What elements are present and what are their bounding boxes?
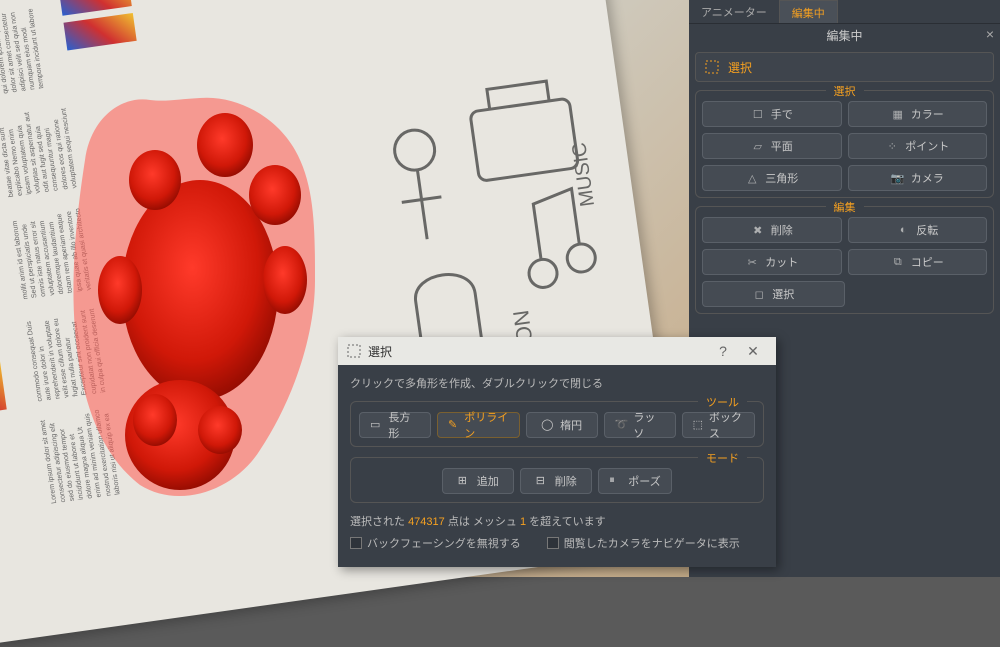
label: 手で	[771, 106, 793, 122]
label: カット	[765, 254, 798, 270]
polyline-icon: ✎	[448, 418, 459, 432]
tool-group: ツール ▭長方形 ✎ポリライン ◯楕円 ➰ラッソ ⬚ボックス	[350, 401, 764, 447]
select-by-hand-button[interactable]: ☐ 手で	[702, 101, 842, 127]
select-icon: ◻	[752, 287, 766, 301]
browse-camera-nav-check[interactable]: 閲覧したカメラをナビゲータに表示	[547, 535, 740, 551]
tab-row: アニメーター 編集中	[689, 0, 1000, 24]
rectangle-icon: ▭	[370, 418, 383, 432]
panel-title-row: 編集中 ×	[689, 24, 1000, 46]
dialog-titlebar[interactable]: 選択 ? ✕	[338, 337, 776, 365]
label: ラッソ	[633, 409, 664, 441]
plane-icon: ▱	[751, 139, 765, 153]
add-icon: ⊞	[458, 474, 472, 488]
label: 削除	[555, 473, 577, 489]
tool-group-title: ツール	[698, 394, 747, 410]
cut-icon: ✂	[745, 255, 759, 269]
tool-polyline-button[interactable]: ✎ ポリライン	[437, 412, 520, 438]
label: 追加	[477, 473, 499, 489]
edit-delete-button[interactable]: ✖ 削除	[702, 217, 842, 243]
invert-icon: ◐	[896, 223, 910, 237]
dialog-title: 選択	[368, 343, 708, 360]
label: バックフェーシングを無視する	[367, 535, 521, 551]
label: 平面	[771, 138, 793, 154]
remove-icon: ⊟	[536, 474, 550, 488]
mode-pose-button[interactable]: ⏸ ポーズ	[598, 468, 671, 494]
selection-label: 選択	[728, 59, 752, 76]
tool-ellipse-button[interactable]: ◯ 楕円	[526, 412, 598, 438]
box-icon: ⬚	[693, 418, 704, 432]
mode-group-title: モード	[698, 450, 747, 466]
point-icon: ⁘	[885, 139, 899, 153]
selection-mode-bar[interactable]: 選択	[695, 52, 994, 82]
checkbox-icon	[350, 537, 362, 549]
status-prefix: 選択された	[350, 516, 408, 528]
label: 楕円	[560, 417, 582, 433]
tool-box-button[interactable]: ⬚ ボックス	[682, 412, 755, 438]
mode-remove-button[interactable]: ⊟ 削除	[520, 468, 592, 494]
mode-group: モード ⊞追加 ⊟削除 ⏸ポーズ	[350, 457, 764, 503]
status-middle: 点は メッシュ	[445, 516, 520, 528]
checkbox-icon	[547, 537, 559, 549]
selection-status: 選択された 474317 点は メッシュ 1 を超えています	[350, 513, 764, 529]
label: 反転	[916, 222, 938, 238]
dialog-close-button[interactable]: ✕	[738, 343, 768, 360]
camera-icon: 📷	[891, 171, 905, 185]
label: カラー	[911, 106, 944, 122]
status-count: 474317	[408, 516, 445, 528]
label: ポイント	[905, 138, 949, 154]
label: 選択	[772, 286, 794, 302]
edit-group-title: 編集	[826, 199, 864, 215]
select-group-title: 選択	[826, 83, 864, 99]
label: 閲覧したカメラをナビゲータに表示	[564, 535, 740, 551]
label: 長方形	[388, 409, 420, 441]
edit-copy-button[interactable]: ⧉ コピー	[848, 249, 988, 275]
ignore-backfacing-check[interactable]: バックフェーシングを無視する	[350, 535, 521, 551]
dialog-help-button[interactable]: ?	[708, 343, 738, 359]
newspaper-thumb	[0, 360, 7, 421]
edit-invert-button[interactable]: ◐ 反転	[848, 217, 988, 243]
selection-icon	[704, 59, 720, 75]
panel-close-button[interactable]: ×	[986, 26, 994, 42]
dialog-hint: クリックで多角形を作成、ダブルクリックで閉じる	[350, 375, 764, 391]
mode-add-button[interactable]: ⊞ 追加	[442, 468, 514, 494]
lasso-icon: ➰	[615, 418, 629, 432]
edit-select-button[interactable]: ◻ 選択	[702, 281, 845, 307]
copy-icon: ⧉	[891, 255, 905, 269]
label: コピー	[911, 254, 944, 270]
select-color-button[interactable]: ▦ カラー	[848, 101, 988, 127]
label: 削除	[771, 222, 793, 238]
select-point-button[interactable]: ⁘ ポイント	[848, 133, 988, 159]
hand-icon: ☐	[751, 107, 765, 121]
pose-icon: ⏸	[609, 474, 623, 488]
dialog-icon	[346, 343, 362, 359]
tool-rectangle-button[interactable]: ▭ 長方形	[359, 412, 431, 438]
select-camera-button[interactable]: 📷 カメラ	[848, 165, 988, 191]
tab-animator[interactable]: アニメーター	[689, 0, 779, 23]
dialog-body: クリックで多角形を作成、ダブルクリックで閉じる ツール ▭長方形 ✎ポリライン …	[338, 365, 776, 561]
color-icon: ▦	[891, 107, 905, 121]
check-row: バックフェーシングを無視する 閲覧したカメラをナビゲータに表示	[350, 535, 764, 551]
label: 三角形	[765, 170, 798, 186]
label: ポリライン	[464, 409, 508, 441]
delete-icon: ✖	[751, 223, 765, 237]
select-triangle-button[interactable]: △ 三角形	[702, 165, 842, 191]
select-group: 選択 ☐手で ▦カラー ▱平面 ⁘ポイント △三角形 📷カメラ	[695, 90, 994, 198]
select-plane-button[interactable]: ▱ 平面	[702, 133, 842, 159]
label: カメラ	[911, 170, 944, 186]
tab-editing[interactable]: 編集中	[779, 0, 838, 23]
edit-group: 編集 ✖削除 ◐反転 ✂カット ⧉コピー ◻選択	[695, 206, 994, 314]
label: ボックス	[709, 409, 744, 441]
edit-cut-button[interactable]: ✂ カット	[702, 249, 842, 275]
ellipse-icon: ◯	[541, 418, 555, 432]
status-suffix: を超えています	[526, 516, 606, 528]
select-dialog: 選択 ? ✕ クリックで多角形を作成、ダブルクリックで閉じる ツール ▭長方形 …	[338, 337, 776, 567]
tool-lasso-button[interactable]: ➰ ラッソ	[604, 412, 676, 438]
panel-title: 編集中	[826, 27, 862, 44]
triangle-icon: △	[745, 171, 759, 185]
label: ポーズ	[628, 473, 660, 489]
